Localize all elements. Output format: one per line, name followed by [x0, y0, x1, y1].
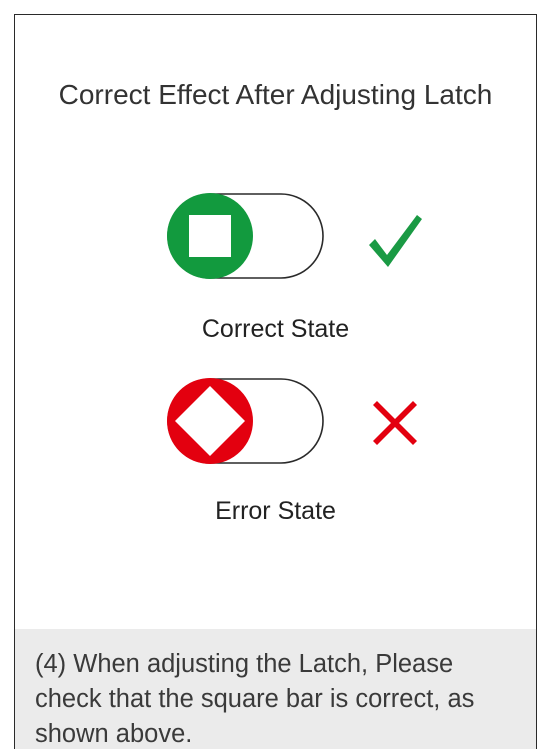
instruction-panel: Correct Effect After Adjusting Latch Cor… — [14, 14, 537, 749]
page-title: Correct Effect After Adjusting Latch — [58, 79, 493, 110]
instruction-caption: (4) When adjusting the Latch, Please che… — [35, 650, 475, 748]
correct-state-indicator — [166, 192, 326, 280]
check-mark-icon — [365, 211, 425, 271]
error-state-label: Error State — [215, 497, 336, 525]
caption-block: (4) When adjusting the Latch, Please che… — [15, 629, 536, 749]
square-bar-icon — [189, 215, 231, 257]
correct-state-label: Correct State — [201, 315, 350, 343]
page: Correct Effect After Adjusting Latch Cor… — [0, 0, 543, 749]
error-state-indicator — [166, 377, 326, 465]
cross-mark-icon — [365, 393, 425, 453]
